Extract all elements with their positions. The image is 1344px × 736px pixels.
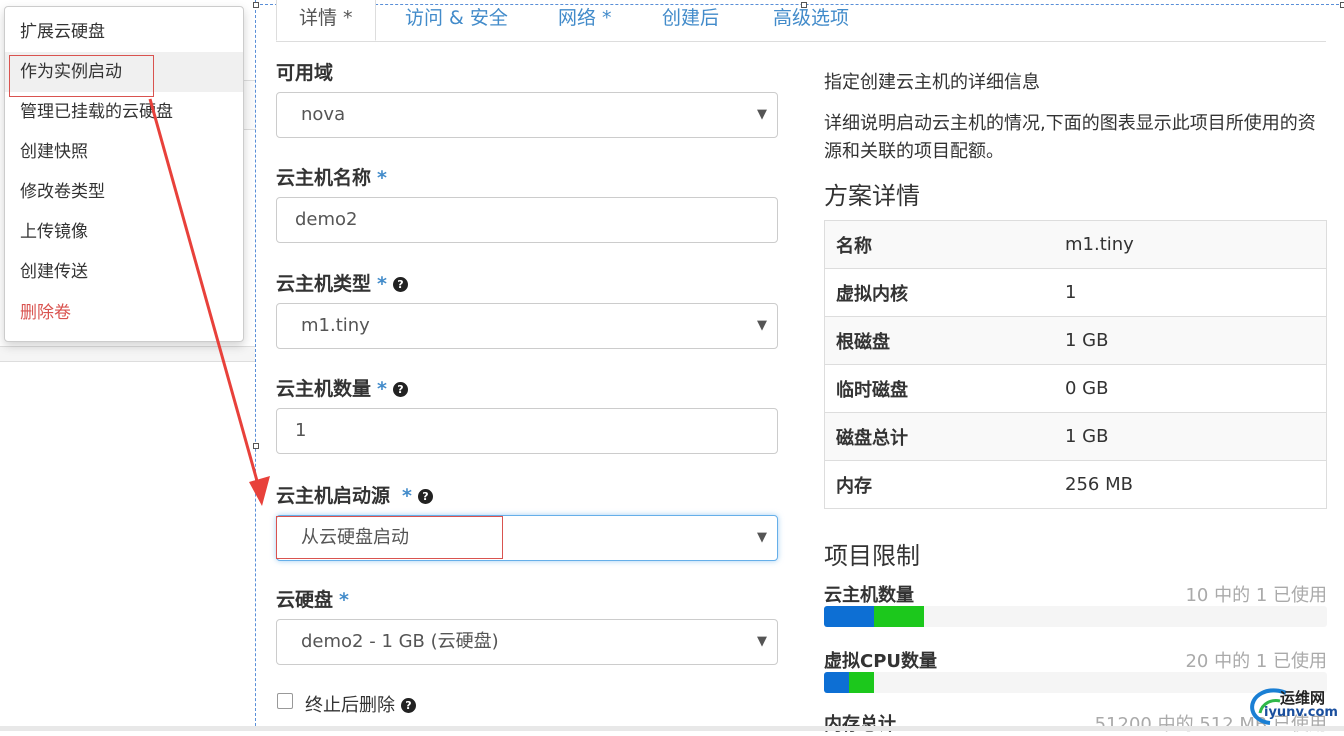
quota-usage-text: 10 中的 1 已使用 [1185, 585, 1327, 606]
instance-count-label: 云主机数量 *? [276, 374, 408, 401]
required-marker: * [377, 378, 387, 400]
instance-name-value: demo2 [295, 209, 358, 230]
table-row: 临时磁盘 0 GB [824, 364, 1327, 413]
volume-value: demo2 - 1 GB (云硬盘) [301, 631, 499, 652]
tab-advanced-options[interactable]: 高级选项 [773, 0, 849, 40]
caret-down-icon: ▼ [757, 530, 767, 545]
table-row: 虚拟内核 1 [824, 268, 1327, 317]
availability-zone-label: 可用域 [276, 62, 334, 84]
table-value: 1 GB [1065, 412, 1327, 461]
tab-details[interactable]: 详情 * [276, 0, 376, 41]
flavor-label: 云主机类型 *? [276, 269, 408, 296]
menu-item-create-transfer[interactable]: 创建传送 [5, 252, 243, 292]
quota-label: 云主机数量 [824, 585, 914, 606]
table-row: 内存 256 MB [824, 460, 1327, 509]
annotation-highlight-box [9, 55, 154, 97]
availability-zone-select[interactable]: nova ▼ [276, 92, 778, 138]
quota-label: 内存总计 [824, 714, 896, 735]
menu-item-upload-image[interactable]: 上传镜像 [5, 212, 243, 252]
menu-item-delete-volume[interactable]: 删除卷 [5, 293, 243, 333]
menu-item-change-volume-type[interactable]: 修改卷类型 [5, 172, 243, 212]
tab-post-creation[interactable]: 创建后 [662, 0, 719, 40]
table-row: 名称 m1.tiny [824, 220, 1327, 269]
help-icon[interactable]: ? [417, 489, 433, 504]
quota-added-fill [849, 672, 874, 693]
table-row: 根磁盘 1 GB [824, 316, 1327, 365]
info-description-long: 详细说明启动云主机的情况,下面的图表显示此项目所使用的资源和关联的项目配额。 [824, 113, 1316, 162]
watermark-url: iyunv.com [1264, 705, 1338, 720]
boot-source-label: 云主机启动源 *? [276, 481, 433, 508]
info-description-short: 指定创建云主机的详细信息 [824, 72, 1040, 93]
delete-on-terminate-checkbox[interactable] [277, 693, 293, 709]
modal-boundary-left [255, 0, 256, 731]
background-table-row [0, 346, 255, 362]
flavor-details-table: 名称 m1.tiny 虚拟内核 1 根磁盘 1 GB 临时磁盘 0 GB 磁盘总计 1 G… [824, 220, 1327, 509]
tab-access-security[interactable]: 访问 & 安全 [405, 0, 508, 40]
annotation-highlight-box [276, 516, 503, 559]
resize-handle[interactable] [253, 2, 259, 8]
table-key: 内存 [824, 460, 1065, 509]
table-value: 0 GB [1065, 364, 1327, 413]
help-icon[interactable]: ? [401, 698, 416, 713]
volume-label: 云硬盘 * [276, 589, 349, 611]
table-value: 1 [1065, 268, 1327, 317]
table-value: m1.tiny [1065, 220, 1327, 269]
project-limits-heading: 项目限制 [824, 542, 920, 570]
quota-used-fill [824, 606, 874, 627]
window-bottom-edge [0, 726, 1344, 731]
required-marker: * [377, 167, 387, 189]
quota-progress-bar [824, 606, 1327, 627]
help-icon[interactable]: ? [392, 277, 408, 292]
caret-down-icon: ▼ [757, 318, 767, 333]
required-marker: * [339, 589, 349, 611]
instance-name-input[interactable]: demo2 [276, 197, 778, 243]
table-key: 虚拟内核 [824, 268, 1065, 317]
quota-usage-text: 20 中的 1 已使用 [1185, 651, 1327, 672]
menu-item-extend-volume[interactable]: 扩展云硬盘 [5, 12, 243, 52]
table-key: 根磁盘 [824, 316, 1065, 365]
flavor-value: m1.tiny [301, 315, 370, 336]
required-marker: * [402, 485, 412, 507]
instance-name-label: 云主机名称 * [276, 167, 387, 189]
table-key: 临时磁盘 [824, 364, 1065, 413]
volume-select[interactable]: demo2 - 1 GB (云硬盘) ▼ [276, 619, 778, 665]
table-key: 磁盘总计 [824, 412, 1065, 461]
launch-instance-tabs: 详情 * 访问 & 安全 网络 * 创建后 高级选项 [276, 0, 1326, 42]
instance-count-input[interactable]: 1 [276, 408, 778, 454]
quota-used-fill [824, 672, 849, 693]
required-marker: * [377, 273, 387, 295]
caret-down-icon: ▼ [757, 107, 767, 122]
delete-on-terminate-label: 终止后删除? [305, 691, 416, 717]
menu-item-create-snapshot[interactable]: 创建快照 [5, 132, 243, 172]
flavor-details-heading: 方案详情 [824, 182, 920, 210]
quota-added-fill [874, 606, 924, 627]
caret-down-icon: ▼ [757, 634, 767, 649]
availability-zone-value: nova [301, 104, 346, 125]
menu-item-manage-attachments[interactable]: 管理已挂载的云硬盘 [5, 92, 243, 132]
tab-networking[interactable]: 网络 * [558, 0, 612, 40]
help-icon[interactable]: ? [392, 382, 408, 397]
table-value: 1 GB [1065, 316, 1327, 365]
instance-count-value: 1 [295, 420, 307, 441]
quota-label: 虚拟CPU数量 [824, 651, 938, 672]
resize-handle[interactable] [253, 443, 259, 449]
table-value: 256 MB [1065, 460, 1327, 509]
flavor-select[interactable]: m1.tiny ▼ [276, 303, 778, 349]
table-row: 磁盘总计 1 GB [824, 412, 1327, 461]
table-key: 名称 [824, 220, 1065, 269]
resize-handle[interactable] [1340, 2, 1344, 8]
